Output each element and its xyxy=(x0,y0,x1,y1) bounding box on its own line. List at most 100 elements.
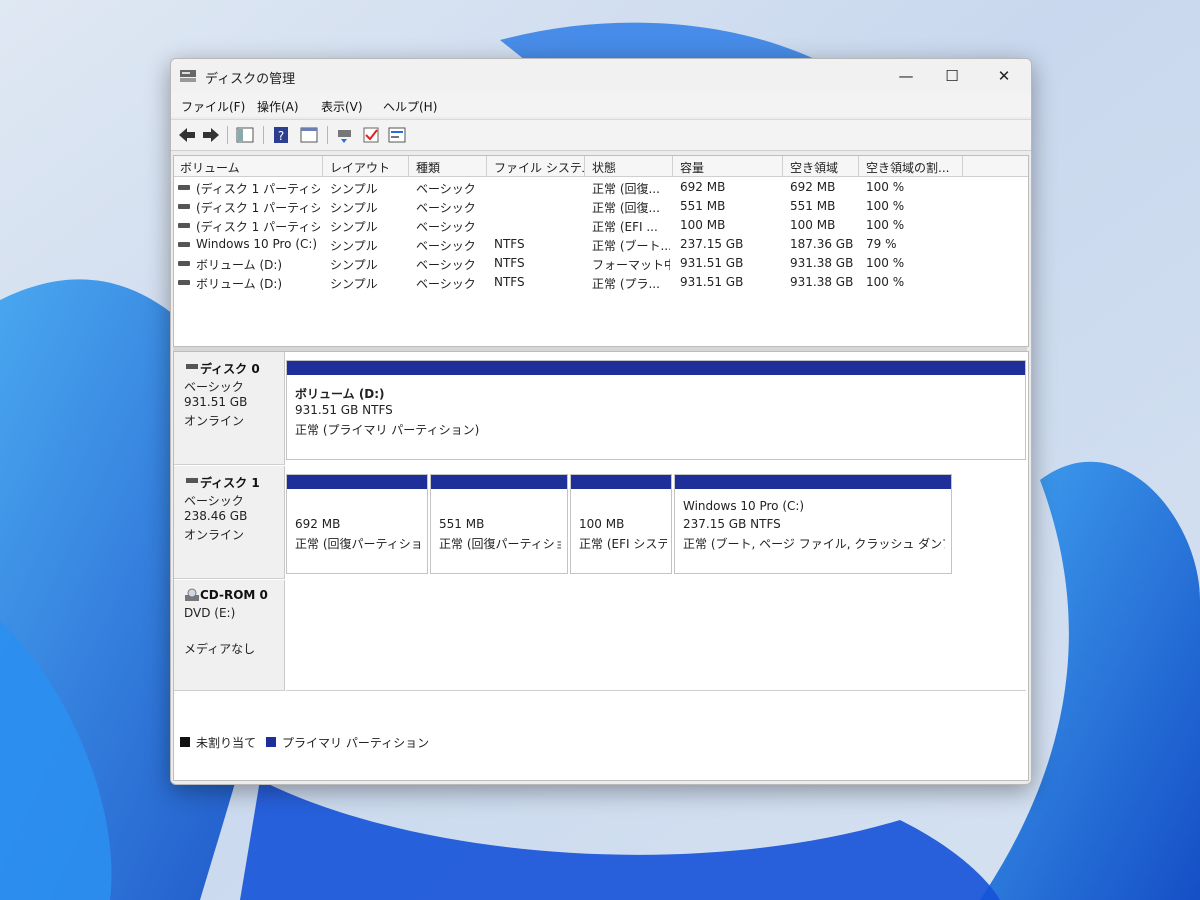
drive-icon xyxy=(178,261,190,266)
cell-file-system: NTFS xyxy=(494,275,525,289)
cell-layout: シンプル xyxy=(330,239,378,253)
partition-efi[interactable]: 100 MB 正常 (EFI システム パーティション) xyxy=(570,474,672,574)
cdrom-0-label[interactable]: CD-ROM 0 DVD (E:) メディアなし xyxy=(174,580,285,691)
cell-free-space: 692 MB xyxy=(790,180,836,194)
cell-layout: シンプル xyxy=(330,220,378,234)
svg-text:?: ? xyxy=(278,129,284,143)
column-header-layout[interactable]: レイアウト xyxy=(330,159,410,176)
column-header-volume[interactable]: ボリューム xyxy=(180,159,320,176)
partition-name: ボリューム (D:) xyxy=(295,387,385,401)
maximize-button[interactable]: ☐ xyxy=(929,63,975,89)
legend-swatch-primary xyxy=(266,737,276,747)
partition-recovery-2[interactable]: 551 MB 正常 (回復パーティション) xyxy=(430,474,568,574)
console-tree-icon[interactable] xyxy=(235,125,255,145)
cell-file-system: NTFS xyxy=(494,256,525,270)
cdrom-status: メディアなし xyxy=(184,642,256,656)
table-row[interactable]: ボリューム (D:) シンプル ベーシック NTFS 正常 (プラ... 931… xyxy=(174,273,1028,292)
cell-layout: シンプル xyxy=(330,277,378,291)
cell-volume: (ディスク 1 パーティシ... xyxy=(196,201,320,215)
volume-list-header: ボリューム レイアウト 種類 ファイル システム 状態 容量 空き領域 空き領域… xyxy=(174,156,1028,177)
back-icon[interactable] xyxy=(177,125,197,145)
toolbar-separator xyxy=(327,126,328,144)
help-icon[interactable]: ? xyxy=(271,125,291,145)
column-header-free-space[interactable]: 空き領域 xyxy=(790,159,858,176)
disk-name: ディスク 1 xyxy=(200,476,260,490)
drive-icon xyxy=(178,223,190,228)
table-row[interactable]: (ディスク 1 パーティシ... シンプル ベーシック 正常 (回復... 69… xyxy=(174,178,1028,197)
properties-icon[interactable] xyxy=(299,125,319,145)
column-header-capacity[interactable]: 容量 xyxy=(680,159,780,176)
column-header-file-system[interactable]: ファイル システム xyxy=(494,159,584,176)
partition-bar xyxy=(571,475,671,489)
partition-bar xyxy=(431,475,567,489)
connect-disk-icon[interactable] xyxy=(335,125,355,145)
cell-layout: シンプル xyxy=(330,201,378,215)
menu-file[interactable]: ファイル(F) xyxy=(181,98,245,115)
check-icon[interactable] xyxy=(361,125,381,145)
drive-icon xyxy=(178,242,190,247)
column-header-free-percent[interactable]: 空き領域の割... xyxy=(866,159,962,176)
menu-help[interactable]: ヘルプ(H) xyxy=(383,98,437,115)
minimize-button[interactable]: — xyxy=(883,63,929,89)
cell-volume: (ディスク 1 パーティシ... xyxy=(196,220,320,234)
window-title: ディスクの管理 xyxy=(205,72,296,87)
cell-capacity: 100 MB xyxy=(680,218,726,232)
cdrom-type: DVD (E:) xyxy=(184,606,236,620)
divider xyxy=(286,690,1026,691)
title-bar[interactable]: ディスクの管理 — ☐ ✕ xyxy=(171,59,1031,93)
legend-swatch-unallocated xyxy=(180,737,190,747)
menu-view[interactable]: 表示(V) xyxy=(321,98,363,115)
disk-1-label[interactable]: ディスク 1 ベーシック 238.46 GB オンライン xyxy=(174,466,285,579)
menu-action[interactable]: 操作(A) xyxy=(257,98,299,115)
disk-management-icon xyxy=(180,70,196,82)
cell-capacity: 237.15 GB xyxy=(680,237,744,251)
cell-capacity: 692 MB xyxy=(680,180,726,194)
partition-size: 551 MB xyxy=(439,517,485,531)
cell-free-space: 931.38 GB xyxy=(790,256,854,270)
disk-size: 238.46 GB xyxy=(184,509,248,523)
partition-volume-d[interactable]: ボリューム (D:) 931.51 GB NTFS 正常 (プライマリ パーティ… xyxy=(286,360,1026,460)
partition-name: Windows 10 Pro (C:) xyxy=(683,499,805,513)
disk-size: 931.51 GB xyxy=(184,395,248,409)
disk-management-window: ディスクの管理 — ☐ ✕ ファイル(F) 操作(A) 表示(V) ヘルプ(H)… xyxy=(170,58,1032,785)
cdrom-name: CD-ROM 0 xyxy=(200,588,268,602)
toolbar-separator xyxy=(227,126,228,144)
partition-size: 692 MB xyxy=(295,517,341,531)
cell-status: 正常 (回復... xyxy=(592,201,660,215)
table-row[interactable]: Windows 10 Pro (C:) シンプル ベーシック NTFS 正常 (… xyxy=(174,235,1028,254)
cell-free-space: 551 MB xyxy=(790,199,836,213)
cell-free-percent: 100 % xyxy=(866,180,905,194)
partition-bar xyxy=(287,475,427,489)
partition-status: 正常 (ブート, ページ ファイル, クラッシュ ダンプ, ベーシック データ … xyxy=(683,537,945,551)
partition-windows-c[interactable]: Windows 10 Pro (C:) 237.15 GB NTFS 正常 (ブ… xyxy=(674,474,952,574)
disk-status: オンライン xyxy=(184,414,245,428)
column-header-type[interactable]: 種類 xyxy=(416,159,486,176)
cell-volume: ボリューム (D:) xyxy=(196,277,283,291)
disk-0-label[interactable]: ディスク 0 ベーシック 931.51 GB オンライン xyxy=(174,352,285,465)
cell-status: 正常 (EFI ... xyxy=(592,220,658,234)
partition-status: 正常 (回復パーティション) xyxy=(439,537,561,551)
cell-type: ベーシック xyxy=(416,201,476,215)
close-button[interactable]: ✕ xyxy=(981,63,1027,89)
forward-icon[interactable] xyxy=(201,125,221,145)
table-row[interactable]: (ディスク 1 パーティシ... シンプル ベーシック 正常 (回復... 55… xyxy=(174,197,1028,216)
table-row[interactable]: (ディスク 1 パーティシ... シンプル ベーシック 正常 (EFI ... … xyxy=(174,216,1028,235)
legend-unallocated: 未割り当て xyxy=(196,736,257,750)
drive-icon xyxy=(178,204,190,209)
partition-size: 100 MB xyxy=(579,517,625,531)
cell-file-system: NTFS xyxy=(494,237,525,251)
cell-status: 正常 (プラ... xyxy=(592,277,660,291)
column-header-status[interactable]: 状態 xyxy=(592,159,672,176)
partition-recovery-1[interactable]: 692 MB 正常 (回復パーティション) xyxy=(286,474,428,574)
cell-free-percent: 100 % xyxy=(866,256,905,270)
disk-status: オンライン xyxy=(184,528,245,542)
toolbar: ? xyxy=(171,119,1031,151)
cell-type: ベーシック xyxy=(416,277,476,291)
drive-icon xyxy=(178,280,190,285)
table-row[interactable]: ボリューム (D:) シンプル ベーシック NTFS フォーマット中 931.5… xyxy=(174,254,1028,273)
partition-status: 正常 (プライマリ パーティション) xyxy=(295,423,480,437)
cell-type: ベーシック xyxy=(416,220,476,234)
drive-icon xyxy=(178,185,190,190)
partition-bar xyxy=(287,361,1025,375)
settings-list-icon[interactable] xyxy=(387,125,407,145)
